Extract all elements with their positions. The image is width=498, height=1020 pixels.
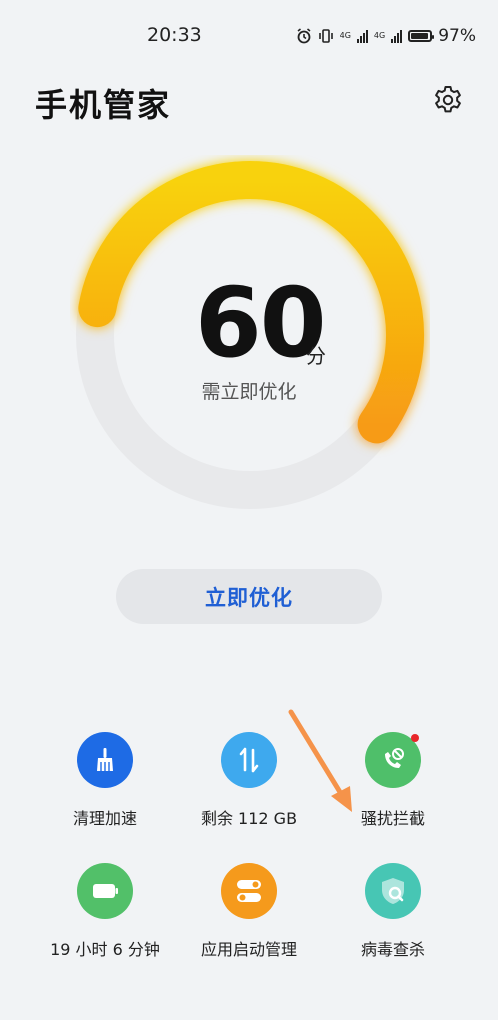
feature-harassment-block[interactable]: 骚扰拦截: [310, 732, 476, 829]
storage-transfer-icon: [239, 747, 259, 773]
battery-icon: [408, 30, 435, 42]
feature-cleanup[interactable]: 清理加速: [22, 732, 188, 829]
alarm-icon: [297, 28, 311, 44]
vibrate-icon: [318, 29, 333, 43]
broom-icon: [97, 748, 113, 771]
phone-block-icon: [385, 748, 404, 768]
feature-harassment-label: 骚扰拦截: [360, 809, 425, 828]
feature-app-launch-circle: [221, 863, 277, 919]
toggle-icon: [237, 880, 261, 902]
signal-1-icon: [356, 29, 368, 43]
feature-harassment-circle: [365, 732, 421, 788]
status-bar: 20:33 4G 4G 97%: [0, 0, 498, 72]
gear-icon: [435, 86, 461, 113]
notification-badge: [411, 734, 419, 742]
feature-cleanup-circle: [77, 732, 133, 788]
feature-app-launch[interactable]: 应用启动管理: [166, 863, 332, 960]
feature-app-launch-label: 应用启动管理: [200, 940, 297, 959]
feature-cleanup-label: 清理加速: [72, 809, 137, 828]
network-2-label: 4G: [373, 31, 386, 40]
status-icons: 4G 4G 97%: [296, 26, 476, 46]
feature-battery-label: 19 小时 6 分钟: [50, 940, 160, 959]
status-time: 20:33: [147, 24, 202, 46]
battery-percent: 97%: [438, 26, 476, 46]
feature-battery-circle: [77, 863, 133, 919]
feature-storage[interactable]: 剩余 112 GB: [166, 732, 332, 829]
battery-icon: [93, 884, 118, 898]
feature-virus-scan-circle: [365, 863, 421, 919]
feature-storage-label: 剩余 112 GB: [200, 809, 298, 828]
feature-storage-circle: [221, 732, 277, 788]
optimize-button[interactable]: 立即优化: [116, 569, 382, 624]
shield-search-icon: [382, 878, 404, 904]
score-unit: 分: [306, 344, 326, 368]
feature-virus-scan[interactable]: 病毒查杀: [310, 863, 476, 960]
feature-virus-scan-label: 病毒查杀: [360, 940, 425, 959]
page-title: 手机管家: [35, 86, 172, 124]
settings-button[interactable]: [428, 80, 468, 120]
signal-2-icon: [391, 29, 403, 43]
score-status: 需立即优化: [201, 381, 297, 403]
network-1-label: 4G: [339, 31, 351, 40]
feature-battery[interactable]: 19 小时 6 分钟: [22, 863, 188, 960]
